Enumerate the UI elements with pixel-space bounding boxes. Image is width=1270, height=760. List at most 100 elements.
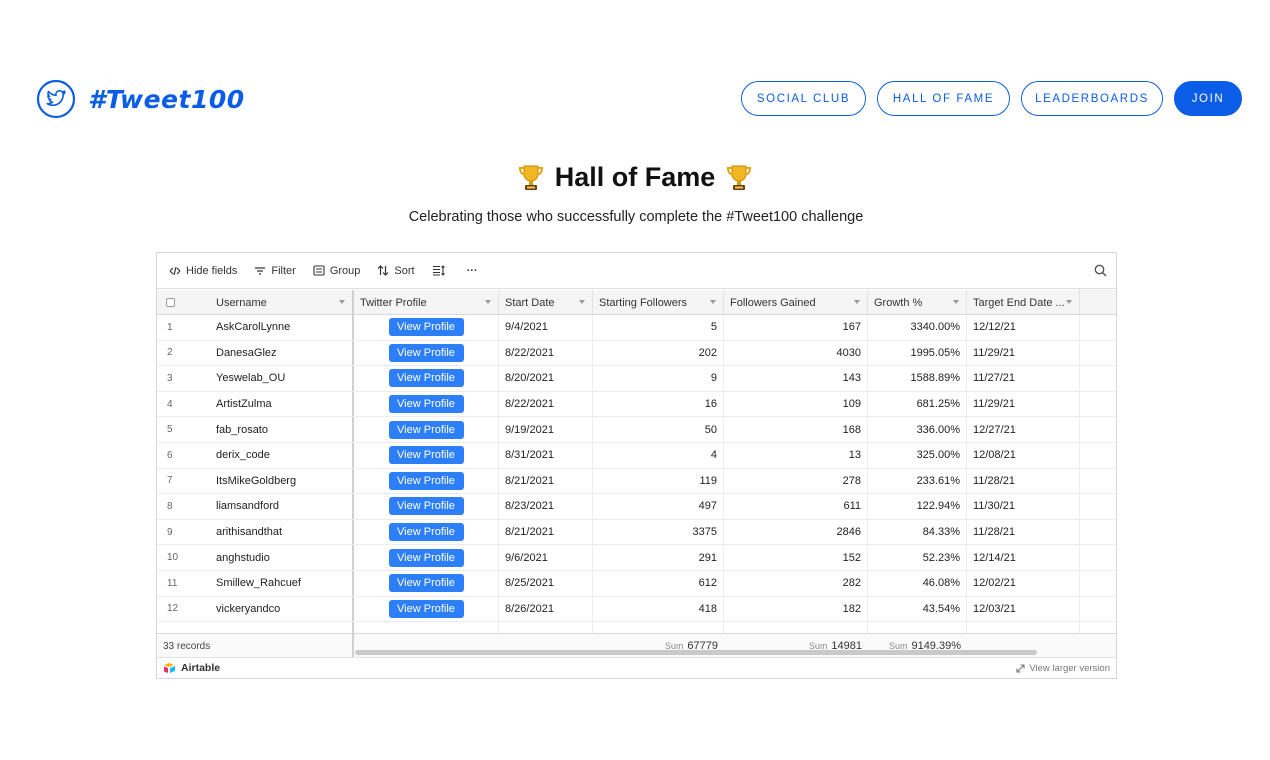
view-profile-button[interactable]: View Profile: [388, 420, 464, 439]
growth-cell[interactable]: [868, 622, 967, 633]
followers-gained-cell[interactable]: 152: [724, 545, 868, 570]
username-cell[interactable]: Smillew_Rahcuef: [210, 570, 354, 596]
view-profile-button[interactable]: View Profile: [388, 369, 464, 388]
followers-gained-cell[interactable]: 4030: [724, 340, 868, 366]
site-logo[interactable]: #Tweet100: [36, 78, 245, 120]
table-row[interactable]: 5 fab_rosato View Profile 9/19/2021 50 168 336…: [157, 417, 1116, 443]
starting-followers-cell[interactable]: 291: [593, 545, 724, 570]
username-cell[interactable]: fab_rosato: [210, 417, 354, 442]
growth-cell[interactable]: 46.08%: [868, 570, 967, 596]
start-date-cell[interactable]: 8/31/2021: [499, 442, 593, 468]
username-cell[interactable]: [210, 622, 354, 633]
table-row[interactable]: 12 vickeryandco View Profile 8/26/2021 418 18…: [157, 596, 1116, 623]
table-row[interactable]: 7 ItsMikeGoldberg View Profile 8/21/2021 119…: [157, 468, 1116, 495]
start-date-cell[interactable]: 9/4/2021: [499, 315, 593, 340]
target-end-date-cell[interactable]: 11/30/21: [967, 494, 1080, 519]
starting-followers-cell[interactable]: 202: [593, 340, 724, 366]
table-row[interactable]: 2 DanesaGlez View Profile 8/22/2021 202 4030 1…: [157, 340, 1116, 367]
start-date-cell[interactable]: 8/20/2021: [499, 366, 593, 391]
starting-followers-cell[interactable]: 612: [593, 570, 724, 596]
target-end-date-cell[interactable]: [967, 622, 1080, 633]
followers-gained-cell[interactable]: 109: [724, 391, 868, 417]
growth-cell[interactable]: 1588.89%: [868, 366, 967, 391]
view-profile-button[interactable]: View Profile: [388, 395, 464, 414]
followers-gained-cell[interactable]: 611: [724, 494, 868, 519]
start-date-cell[interactable]: 8/22/2021: [499, 391, 593, 417]
starting-followers-cell[interactable]: [593, 622, 724, 633]
followers-gained-cell[interactable]: 2846: [724, 519, 868, 545]
filter-button[interactable]: Filter: [254, 265, 296, 277]
growth-cell[interactable]: 336.00%: [868, 417, 967, 442]
growth-cell[interactable]: 122.94%: [868, 494, 967, 519]
column-header-target-end-date[interactable]: Target End Date ...: [967, 290, 1080, 315]
start-date-cell[interactable]: 9/19/2021: [499, 417, 593, 442]
table-row[interactable]: 6 derix_code View Profile 8/31/2021 4 13 325.0…: [157, 442, 1116, 469]
select-all-checkbox[interactable]: [157, 290, 210, 315]
nav-leaderboards-button[interactable]: LEADERBOARDS: [1021, 81, 1163, 116]
nav-hall-of-fame-button[interactable]: HALL OF FAME: [877, 81, 1010, 116]
followers-gained-cell[interactable]: 168: [724, 417, 868, 442]
target-end-date-cell[interactable]: 12/08/21: [967, 442, 1080, 468]
username-cell[interactable]: anghstudio: [210, 545, 354, 570]
target-end-date-cell[interactable]: 11/29/21: [967, 391, 1080, 417]
username-cell[interactable]: ItsMikeGoldberg: [210, 468, 354, 494]
table-row[interactable]: 3 Yeswelab_OU View Profile 8/20/2021 9 143 158…: [157, 366, 1116, 392]
growth-cell[interactable]: 1995.05%: [868, 340, 967, 366]
start-date-cell[interactable]: 8/26/2021: [499, 596, 593, 622]
chevron-down-icon[interactable]: [579, 300, 585, 304]
chevron-down-icon[interactable]: [339, 300, 345, 304]
username-cell[interactable]: derix_code: [210, 442, 354, 468]
chevron-down-icon[interactable]: [854, 300, 860, 304]
start-date-cell[interactable]: 9/6/2021: [499, 545, 593, 570]
row-height-button[interactable]: [432, 265, 450, 276]
growth-cell[interactable]: 3340.00%: [868, 315, 967, 340]
table-row[interactable]: 10 anghstudio View Profile 9/6/2021 291 152 52…: [157, 545, 1116, 571]
growth-cell[interactable]: 325.00%: [868, 442, 967, 468]
growth-cell[interactable]: 43.54%: [868, 596, 967, 622]
start-date-cell[interactable]: 8/21/2021: [499, 519, 593, 545]
search-icon[interactable]: [1094, 264, 1107, 277]
view-profile-button[interactable]: View Profile: [388, 574, 464, 593]
start-date-cell[interactable]: 8/23/2021: [499, 494, 593, 519]
growth-cell[interactable]: 52.23%: [868, 545, 967, 570]
table-row[interactable]: 9 arithisandthat View Profile 8/21/2021 3375…: [157, 519, 1116, 546]
table-row[interactable]: 1 AskCarolLynne View Profile 9/4/2021 5 167 33…: [157, 315, 1116, 341]
table-row[interactable]: 11 Smillew_Rahcuef View Profile 8/25/2021 61…: [157, 570, 1116, 597]
target-end-date-cell[interactable]: 11/27/21: [967, 366, 1080, 391]
starting-followers-cell[interactable]: 9: [593, 366, 724, 391]
start-date-cell[interactable]: 8/21/2021: [499, 468, 593, 494]
starting-followers-cell[interactable]: 4: [593, 442, 724, 468]
followers-gained-cell[interactable]: 278: [724, 468, 868, 494]
horizontal-scrollbar[interactable]: [355, 650, 1037, 655]
view-profile-button[interactable]: View Profile: [388, 548, 464, 567]
column-header-twitter-profile[interactable]: Twitter Profile: [354, 290, 499, 315]
table-row[interactable]: [157, 622, 1116, 633]
view-profile-button[interactable]: View Profile: [388, 343, 464, 362]
view-profile-button[interactable]: View Profile: [388, 471, 464, 490]
column-header-start-date[interactable]: Start Date: [499, 290, 593, 315]
followers-gained-cell[interactable]: 143: [724, 366, 868, 391]
growth-cell[interactable]: 233.61%: [868, 468, 967, 494]
username-cell[interactable]: ArtistZulma: [210, 391, 354, 417]
column-header-followers-gained[interactable]: Followers Gained: [724, 290, 868, 315]
starting-followers-cell[interactable]: 50: [593, 417, 724, 442]
view-larger-link[interactable]: View larger version: [1016, 663, 1110, 674]
username-cell[interactable]: DanesaGlez: [210, 340, 354, 366]
chevron-down-icon[interactable]: [1066, 300, 1072, 304]
growth-cell[interactable]: 84.33%: [868, 519, 967, 545]
hide-fields-button[interactable]: Hide fields: [169, 265, 237, 277]
target-end-date-cell[interactable]: 11/28/21: [967, 468, 1080, 494]
followers-gained-cell[interactable]: 282: [724, 570, 868, 596]
table-row[interactable]: 4 ArtistZulma View Profile 8/22/2021 16 109 68…: [157, 391, 1116, 418]
target-end-date-cell[interactable]: 11/28/21: [967, 519, 1080, 545]
starting-followers-cell[interactable]: 418: [593, 596, 724, 622]
username-cell[interactable]: Yeswelab_OU: [210, 366, 354, 391]
growth-cell[interactable]: 681.25%: [868, 391, 967, 417]
followers-gained-cell[interactable]: 182: [724, 596, 868, 622]
sort-button[interactable]: Sort: [377, 265, 415, 277]
table-row[interactable]: 8 liamsandford View Profile 8/23/2021 497 611…: [157, 494, 1116, 520]
more-options-button[interactable]: ···: [467, 265, 478, 277]
followers-gained-cell[interactable]: 13: [724, 442, 868, 468]
followers-gained-cell[interactable]: [724, 622, 868, 633]
starting-followers-cell[interactable]: 5: [593, 315, 724, 340]
